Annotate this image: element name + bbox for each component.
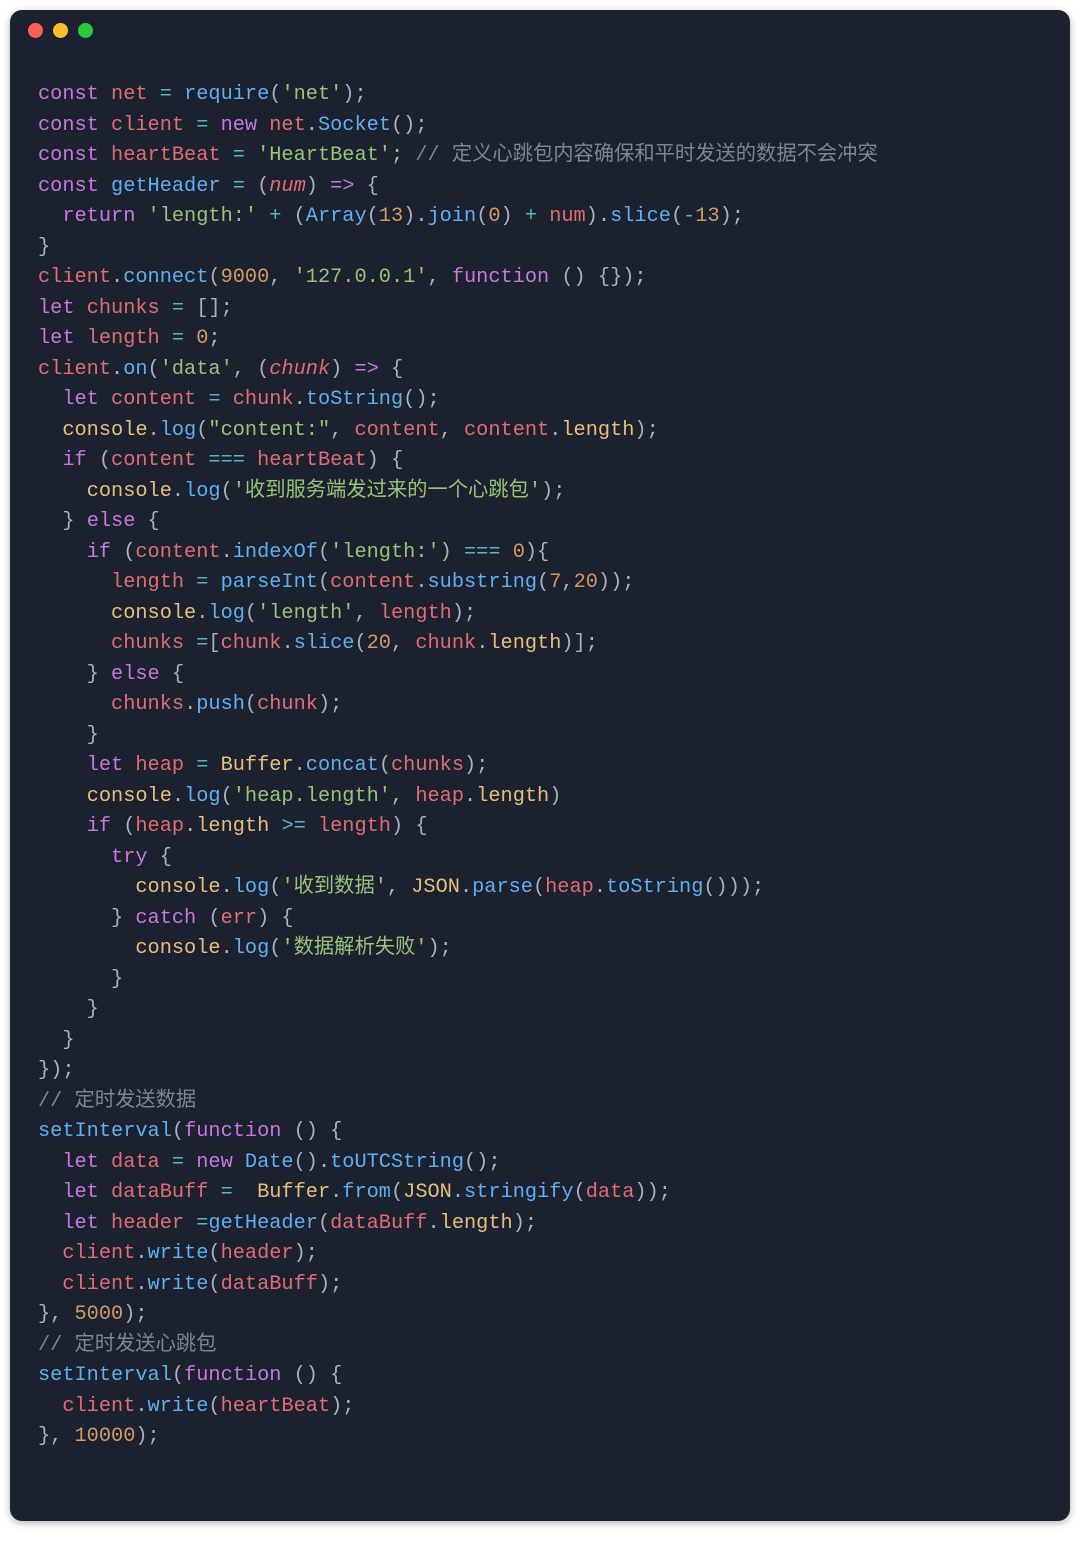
code-window: const net = require('net');const client …: [10, 10, 1070, 1521]
code-line: let header =getHeader(dataBuff.length);: [38, 1209, 1042, 1240]
code-line: console.log('收到服务端发过来的一个心跳包');: [38, 477, 1042, 508]
code-line: if (heap.length >= length) {: [38, 812, 1042, 843]
code-line: setInterval(function () {: [38, 1361, 1042, 1392]
code-line: console.log('收到数据', JSON.parse(heap.toSt…: [38, 873, 1042, 904]
code-line: chunks =[chunk.slice(20, chunk.length)];: [38, 629, 1042, 660]
code-line: const heartBeat = 'HeartBeat'; // 定义心跳包内…: [38, 141, 1042, 172]
code-line: console.log('数据解析失败');: [38, 934, 1042, 965]
code-line: } else {: [38, 660, 1042, 691]
code-line: chunks.push(chunk);: [38, 690, 1042, 721]
code-line: length = parseInt(content.substring(7,20…: [38, 568, 1042, 599]
code-line: let length = 0;: [38, 324, 1042, 355]
code-line: let dataBuff = Buffer.from(JSON.stringif…: [38, 1178, 1042, 1209]
code-line: } else {: [38, 507, 1042, 538]
code-line: }: [38, 721, 1042, 752]
code-line: const client = new net.Socket();: [38, 111, 1042, 142]
code-line: console.log('length', length);: [38, 599, 1042, 630]
code-line: });: [38, 1056, 1042, 1087]
code-line: }: [38, 995, 1042, 1026]
zoom-icon[interactable]: [78, 23, 93, 38]
code-line: client.connect(9000, '127.0.0.1', functi…: [38, 263, 1042, 294]
code-line: }, 10000);: [38, 1422, 1042, 1453]
code-line: // 定时发送数据: [38, 1087, 1042, 1118]
code-line: try {: [38, 843, 1042, 874]
code-line: }: [38, 965, 1042, 996]
code-line: }: [38, 1026, 1042, 1057]
code-line: }, 5000);: [38, 1300, 1042, 1331]
code-line: if (content.indexOf('length:') === 0){: [38, 538, 1042, 569]
code-line: setInterval(function () {: [38, 1117, 1042, 1148]
code-line: if (content === heartBeat) {: [38, 446, 1042, 477]
code-line: let data = new Date().toUTCString();: [38, 1148, 1042, 1179]
close-icon[interactable]: [28, 23, 43, 38]
minimize-icon[interactable]: [53, 23, 68, 38]
code-line: // 定时发送心跳包: [38, 1331, 1042, 1362]
code-line: } catch (err) {: [38, 904, 1042, 935]
code-line: const net = require('net');: [38, 80, 1042, 111]
code-line: return 'length:' + (Array(13).join(0) + …: [38, 202, 1042, 233]
code-line: let content = chunk.toString();: [38, 385, 1042, 416]
code-line: const getHeader = (num) => {: [38, 172, 1042, 203]
code-line: }: [38, 233, 1042, 264]
code-line: client.write(header);: [38, 1239, 1042, 1270]
code-line: let heap = Buffer.concat(chunks);: [38, 751, 1042, 782]
code-line: client.write(heartBeat);: [38, 1392, 1042, 1423]
code-line: let chunks = [];: [38, 294, 1042, 325]
window-titlebar: [10, 10, 1070, 50]
code-content: const net = require('net');const client …: [10, 50, 1070, 1483]
code-line: client.write(dataBuff);: [38, 1270, 1042, 1301]
code-line: console.log('heap.length', heap.length): [38, 782, 1042, 813]
code-line: console.log("content:", content, content…: [38, 416, 1042, 447]
code-line: client.on('data', (chunk) => {: [38, 355, 1042, 386]
